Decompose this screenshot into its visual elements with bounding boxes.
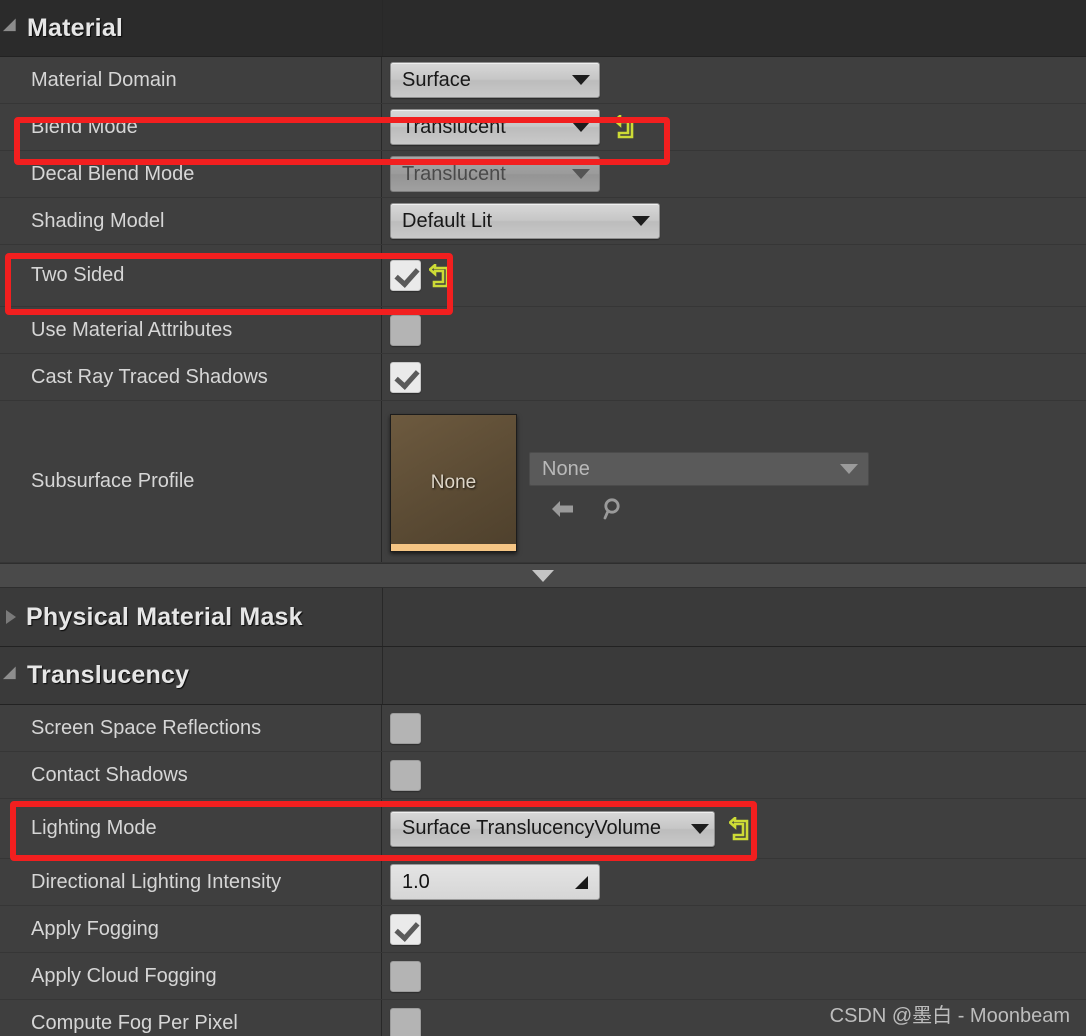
asset-picker-group: None [529, 414, 869, 522]
dropdown-value-decal-blend-mode: Translucent [402, 162, 506, 185]
material-rows: Material Domain Surface Blend Mode Trans… [0, 57, 1086, 563]
dropdown-value-blend-mode: Translucent [402, 115, 506, 138]
checkbox-contact-shadows[interactable] [390, 759, 421, 791]
chevron-down-icon [840, 464, 858, 474]
asset-picker-value: None [542, 457, 590, 480]
checkbox-compute-fog-per-pixel[interactable] [390, 1007, 421, 1036]
row-screen-space-reflections: Screen Space Reflections [0, 705, 1086, 752]
value-decal-blend-mode: Translucent [382, 151, 1086, 197]
value-apply-cloud-fogging [382, 953, 1086, 999]
asset-thumbnail-subsurface-profile[interactable]: None [390, 414, 517, 552]
row-use-material-attributes: Use Material Attributes [0, 307, 1086, 354]
row-decal-blend-mode: Decal Blend Mode Translucent [0, 151, 1086, 198]
row-cast-ray-traced-shadows: Cast Ray Traced Shadows [0, 354, 1086, 401]
label-compute-fog-per-pixel: Compute Fog Per Pixel [0, 1000, 382, 1036]
label-decal-blend-mode: Decal Blend Mode [0, 151, 382, 197]
dropdown-value-shading-model: Default Lit [402, 209, 493, 232]
category-header-translucency[interactable]: Translucency [0, 647, 1086, 705]
dropdown-material-domain[interactable]: Surface [390, 62, 600, 98]
dropdown-decal-blend-mode: Translucent [390, 156, 600, 192]
chevron-down-icon [572, 75, 590, 85]
row-apply-cloud-fogging: Apply Cloud Fogging [0, 953, 1086, 1000]
label-use-material-attributes: Use Material Attributes [0, 307, 382, 353]
row-material-domain: Material Domain Surface [0, 57, 1086, 104]
drag-handle-icon[interactable] [575, 875, 588, 889]
row-contact-shadows: Contact Shadows [0, 752, 1086, 799]
label-contact-shadows: Contact Shadows [0, 752, 382, 798]
material-properties-panel: Material Material Domain Surface Blend M… [0, 0, 1086, 1036]
reset-arrow-icon[interactable] [729, 816, 751, 841]
column-divider [382, 647, 383, 704]
label-cast-ray-traced-shadows: Cast Ray Traced Shadows [0, 354, 382, 400]
watermark-text: CSDN @墨白 - Moonbeam [829, 1005, 1070, 1027]
dropdown-shading-model[interactable]: Default Lit [390, 203, 660, 239]
checkbox-apply-cloud-fogging[interactable] [390, 960, 421, 992]
label-directional-lighting-intensity: Directional Lighting Intensity [0, 859, 382, 905]
category-title-material: Material [27, 13, 124, 42]
label-material-domain: Material Domain [0, 57, 382, 103]
chevron-down-icon [572, 122, 590, 132]
checkbox-two-sided[interactable] [390, 260, 421, 291]
label-shading-model: Shading Model [0, 198, 382, 244]
category-title-translucency: Translucency [27, 661, 190, 689]
category-header-material[interactable]: Material [0, 0, 1086, 57]
dropdown-lighting-mode[interactable]: Surface TranslucencyVolume [390, 810, 715, 847]
checkbox-use-material-attributes[interactable] [390, 314, 421, 346]
chevron-down-icon [572, 169, 590, 179]
value-subsurface-profile: None None [382, 401, 1086, 562]
collapse-triangle-icon[interactable] [6, 610, 16, 624]
label-two-sided: Two Sided [0, 245, 382, 306]
category-title-physical-material-mask: Physical Material Mask [26, 602, 303, 631]
row-two-sided: Two Sided [0, 245, 1086, 307]
reset-arrow-icon[interactable] [614, 115, 636, 139]
row-apply-fogging: Apply Fogging [0, 906, 1086, 953]
dropdown-value-material-domain: Surface [402, 68, 471, 91]
value-blend-mode: Translucent [382, 104, 1086, 150]
label-lighting-mode: Lighting Mode [0, 799, 382, 858]
column-divider [382, 588, 383, 646]
row-lighting-mode: Lighting Mode Surface TranslucencyVolume [0, 799, 1086, 859]
section-splitter[interactable] [0, 563, 1086, 588]
reset-arrow-icon[interactable] [429, 263, 451, 288]
row-directional-lighting-intensity: Directional Lighting Intensity 1.0 [0, 859, 1086, 906]
value-apply-fogging [382, 906, 1086, 952]
row-shading-model: Shading Model Default Lit [0, 198, 1086, 245]
translucency-rows: Screen Space Reflections Contact Shadows… [0, 705, 1086, 1036]
value-screen-space-reflections [382, 705, 1086, 751]
asset-picker-subsurface-profile[interactable]: None [529, 452, 869, 486]
label-blend-mode: Blend Mode [0, 104, 382, 150]
value-shading-model: Default Lit [382, 198, 1086, 244]
dropdown-value-lighting-mode: Surface TranslucencyVolume [402, 817, 662, 839]
value-cast-ray-traced-shadows [382, 354, 1086, 400]
category-header-physical-material-mask[interactable]: Physical Material Mask [0, 588, 1086, 647]
value-use-material-attributes [382, 307, 1086, 353]
chevron-down-icon [691, 823, 709, 834]
label-apply-cloud-fogging: Apply Cloud Fogging [0, 953, 382, 999]
label-subsurface-profile: Subsurface Profile [0, 401, 382, 562]
checkbox-apply-fogging[interactable] [390, 913, 421, 945]
search-icon[interactable] [599, 496, 625, 522]
value-lighting-mode: Surface TranslucencyVolume [382, 799, 1086, 858]
column-divider [382, 0, 383, 56]
asset-thumbnail-label: None [430, 472, 477, 493]
dropdown-blend-mode[interactable]: Translucent [390, 109, 600, 145]
value-directional-lighting-intensity: 1.0 [382, 859, 1086, 905]
back-arrow-icon[interactable] [549, 497, 577, 521]
value-two-sided [382, 245, 1086, 306]
collapse-triangle-icon[interactable] [532, 569, 554, 582]
row-blend-mode: Blend Mode Translucent [0, 104, 1086, 151]
number-input-directional-lighting-intensity[interactable]: 1.0 [390, 864, 600, 900]
expand-triangle-icon[interactable] [2, 18, 23, 38]
value-material-domain: Surface [382, 57, 1086, 103]
expand-triangle-icon[interactable] [2, 665, 23, 686]
checkbox-screen-space-reflections[interactable] [390, 712, 421, 744]
asset-picker-actions [529, 496, 869, 522]
chevron-down-icon [632, 216, 650, 226]
value-contact-shadows [382, 752, 1086, 798]
number-input-value: 1.0 [402, 870, 430, 893]
label-apply-fogging: Apply Fogging [0, 906, 382, 952]
checkbox-cast-ray-traced-shadows[interactable] [390, 361, 421, 393]
row-subsurface-profile: Subsurface Profile None None [0, 401, 1086, 563]
label-screen-space-reflections: Screen Space Reflections [0, 705, 382, 751]
